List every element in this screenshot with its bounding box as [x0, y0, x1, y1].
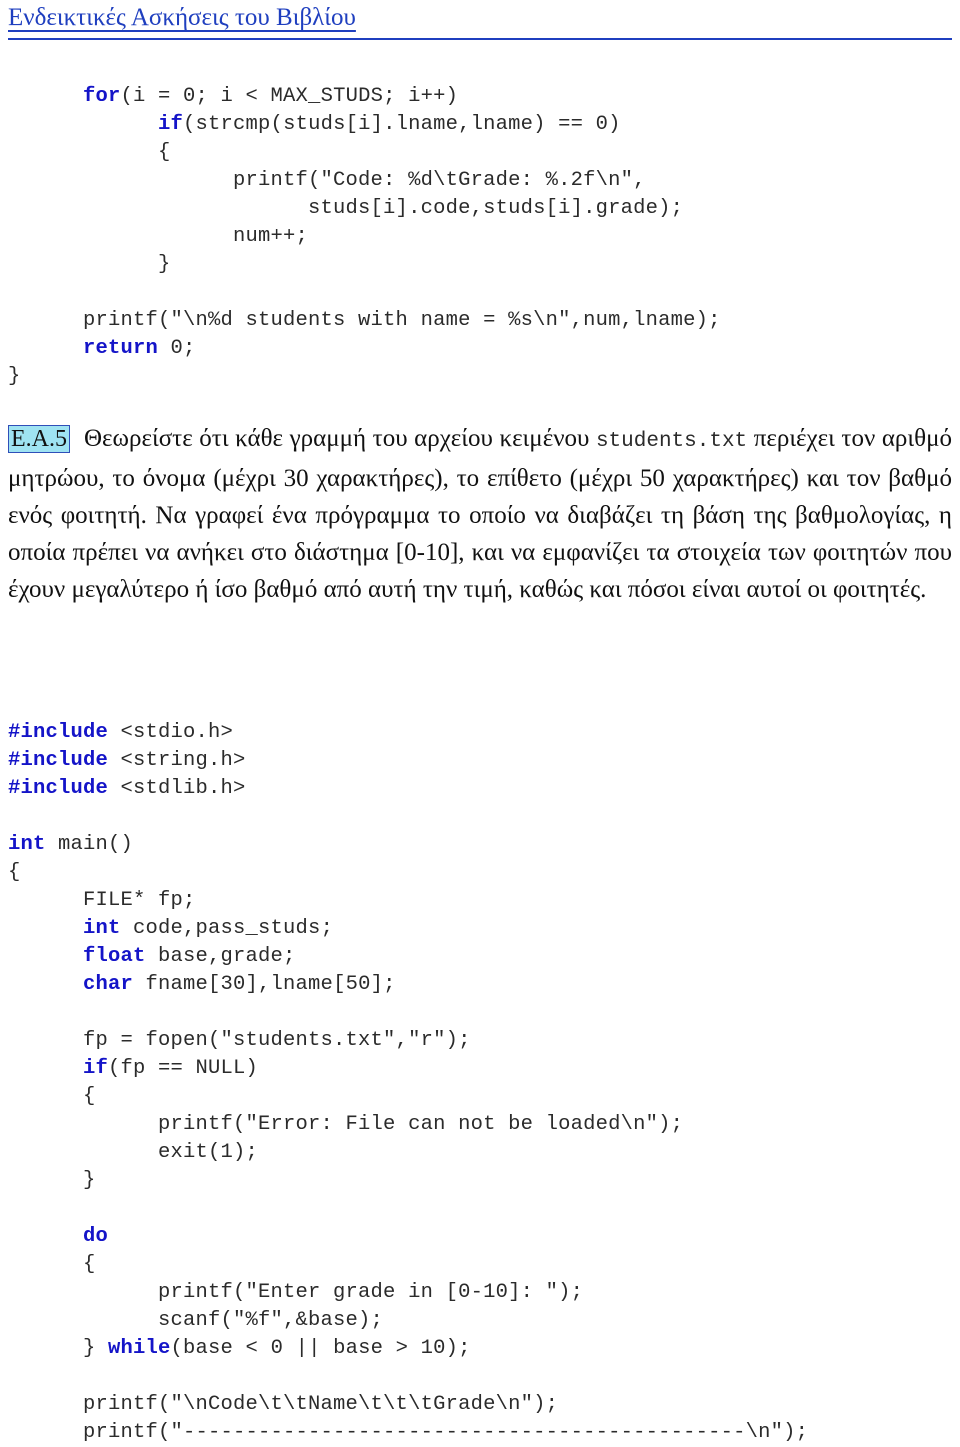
code-text: (strcmp(studs[i].lname,lname) == 0): [183, 112, 621, 136]
code-text: main(): [45, 832, 134, 856]
code-keyword: while: [108, 1336, 171, 1360]
code-text: (base < 0 || base > 10);: [170, 1336, 471, 1360]
code-keyword: if: [158, 112, 184, 136]
code-text: printf("Error: File can not be loaded\n"…: [8, 1112, 684, 1136]
code-text: printf("Code: %d\tGrade: %.2f\n",: [8, 168, 646, 192]
code-text: printf("\n%d students with name = %s\n",…: [8, 308, 721, 332]
code-keyword: char: [83, 972, 134, 996]
code-text: }: [8, 1168, 96, 1192]
code-text: printf("\nCode\t\tName\t\t\tGrade\n");: [8, 1392, 559, 1416]
code-text: 0;: [158, 336, 196, 360]
code-text: printf("--------------------------------…: [8, 1420, 809, 1444]
code-keyword: int: [83, 916, 121, 940]
header-divider: [8, 38, 952, 40]
code-text: code,pass_studs;: [120, 916, 334, 940]
code-text: }: [8, 1336, 109, 1360]
code-text: (fp == NULL): [108, 1056, 259, 1080]
code-keyword: return: [83, 336, 159, 360]
code-keyword: for: [83, 84, 121, 108]
code-text: printf("Enter grade in [0-10]: ");: [8, 1280, 584, 1304]
prose-run: Θεωρείστε ότι κάθε γραμμή του αρχείου κε…: [84, 425, 596, 452]
code-text: FILE* fp;: [8, 888, 196, 912]
code-block-solution: #include <stdio.h> #include <string.h> #…: [8, 719, 808, 1447]
page-header: Ενδεικτικές Ασκήσεις του Βιβλίου: [0, 0, 960, 44]
exercise-body: Θεωρείστε ότι κάθε γραμμή του αρχείου κε…: [8, 425, 952, 603]
code-text: base,grade;: [145, 944, 296, 968]
code-text: {: [8, 1084, 96, 1108]
code-block-continuation: for(i = 0; i < MAX_STUDS; i++) if(strcmp…: [8, 83, 721, 391]
code-text: (i = 0; i < MAX_STUDS; i++): [120, 84, 459, 108]
code-text: num++;: [8, 224, 309, 248]
code-text: {: [8, 860, 21, 884]
exercise-paragraph: Ε.Α.5 Θεωρείστε ότι κάθε γραμμή του αρχεί…: [8, 420, 952, 608]
code-text: scanf("%f",&base);: [8, 1308, 384, 1332]
code-text: <stdlib.h>: [108, 776, 246, 800]
code-keyword: #include: [8, 748, 109, 772]
code-keyword: do: [83, 1224, 109, 1248]
code-keyword: int: [8, 832, 46, 856]
code-keyword: #include: [8, 776, 109, 800]
page-title: Ενδεικτικές Ασκήσεις του Βιβλίου: [8, 4, 356, 31]
code-text: exit(1);: [8, 1140, 259, 1164]
code-text: fname[30],lname[50];: [133, 972, 396, 996]
code-text: {: [8, 140, 171, 164]
code-text: <string.h>: [108, 748, 246, 772]
inline-filename: students.txt: [595, 430, 748, 453]
code-text: studs[i].code,studs[i].grade);: [8, 196, 684, 220]
code-text: fp = fopen("students.txt","r");: [8, 1028, 471, 1052]
code-text: }: [8, 364, 21, 388]
code-text: <stdio.h>: [108, 720, 234, 744]
code-text: }: [8, 252, 171, 276]
code-keyword: if: [83, 1056, 109, 1080]
exercise-number-badge: Ε.Α.5: [8, 425, 70, 453]
code-keyword: #include: [8, 720, 109, 744]
code-text: {: [8, 1252, 96, 1276]
code-keyword: float: [83, 944, 146, 968]
